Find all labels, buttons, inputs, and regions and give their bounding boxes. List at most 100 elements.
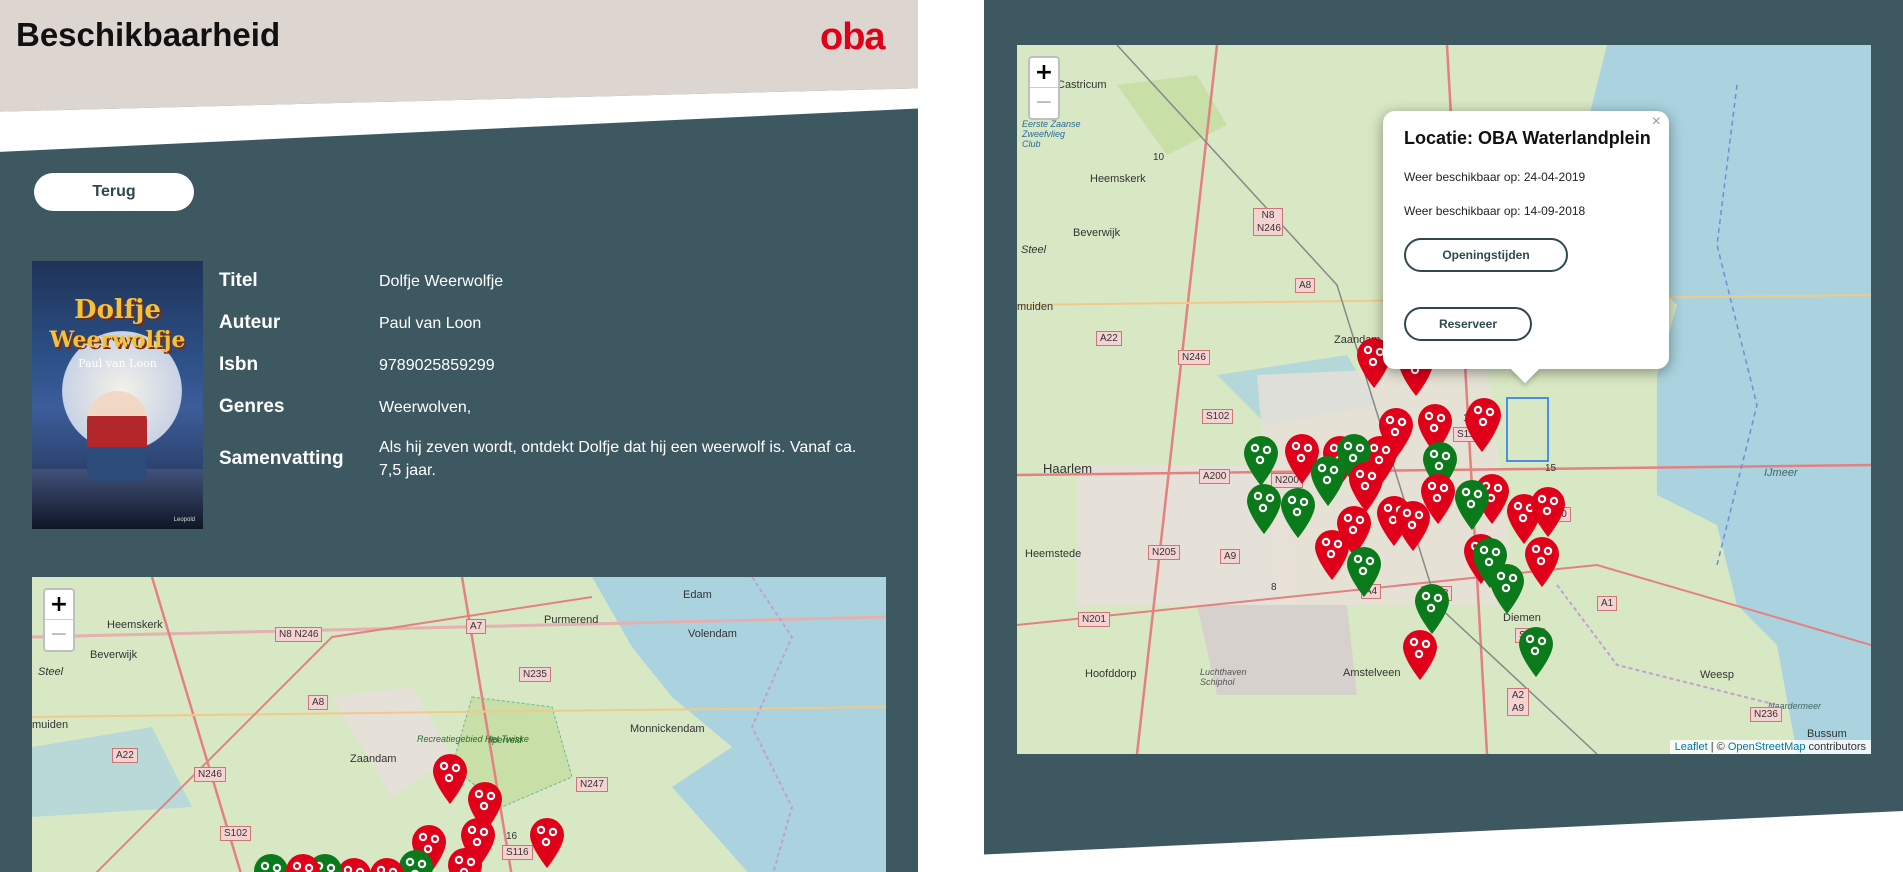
library-marker-icon[interactable] [1517, 626, 1555, 678]
road-shield: N246 [1178, 350, 1210, 365]
library-marker-icon[interactable] [446, 847, 484, 872]
road-number: 10 [1153, 152, 1165, 163]
library-marker-icon[interactable] [368, 857, 406, 872]
label-genres: Genres [219, 396, 285, 417]
library-marker-icon[interactable] [1488, 563, 1526, 615]
road-shield: A1 [1597, 596, 1618, 611]
attribution-suffix: contributors [1805, 741, 1866, 753]
zoom-in-button[interactable]: + [45, 590, 73, 620]
library-marker-icon[interactable] [1529, 486, 1567, 538]
opening-hours-button[interactable]: Openingstijden [1404, 238, 1568, 272]
place-label: IJmeer [1764, 467, 1798, 479]
place-label: Beverwijk [1073, 227, 1121, 239]
library-marker-icon[interactable] [1394, 500, 1432, 552]
cover-title-line2: Weerwolfje [49, 327, 186, 353]
attribution-separator: | © [1707, 741, 1728, 753]
place-label: Steel [1021, 244, 1047, 256]
place-label: Heemstede [1025, 548, 1082, 560]
library-marker-icon[interactable] [1245, 483, 1283, 535]
road-number: 8 [1271, 582, 1277, 593]
value-author: Paul van Loon [379, 315, 482, 332]
place-label: muiden [1017, 301, 1054, 313]
cover-publisher: Leopold [173, 517, 195, 523]
back-button[interactable]: Terug [34, 173, 194, 211]
place-label: Eerste Zaanse Zweefvlieg Club [1022, 119, 1081, 149]
library-marker-icon[interactable] [528, 817, 566, 869]
road-shield: N235 [519, 667, 551, 682]
value-genres: Weerwolven, [379, 399, 472, 416]
road-shield: N205 [1148, 545, 1180, 560]
zoom-out-button[interactable]: − [45, 620, 73, 650]
location-popup: × Locatie: OBA Waterlandplein Weer besch… [1383, 111, 1669, 369]
road-shield: A22 [1096, 331, 1122, 346]
road-shield: A8 [308, 695, 329, 710]
road-shield: N8 N246 [1253, 208, 1283, 236]
road-shield: N247 [576, 777, 608, 792]
place-label: Bussum [1807, 728, 1847, 740]
leaflet-link[interactable]: Leaflet [1675, 741, 1708, 753]
library-marker-icon[interactable] [1465, 397, 1503, 449]
book-cover: Dolfje Weerwolfje Paul van Loon Leopold [32, 261, 203, 529]
label-title: Titel [219, 270, 258, 291]
page-title: Beschikbaarheid [16, 16, 281, 53]
library-marker-icon[interactable] [1401, 629, 1439, 681]
close-icon[interactable]: × [1652, 113, 1661, 131]
road-shield: N201 [1078, 612, 1110, 627]
place-label: Zaandam [350, 753, 397, 765]
boy-illustration [87, 391, 147, 481]
road-shield: A8 [1295, 278, 1316, 293]
place-label: Luchthaven Schiphol [1200, 667, 1247, 687]
selected-marker-outline [1506, 397, 1549, 462]
reserve-button[interactable]: Reserveer [1404, 307, 1532, 341]
availability-date: Weer beschikbaar op: 24-04-2019 [1404, 170, 1586, 184]
road-shield: S102 [220, 826, 252, 841]
detail-panel: Beschikbaarheid oba Terug Dolfje Weerwol… [0, 0, 918, 872]
place-label: Steel [38, 666, 64, 678]
place-label: Castricum [1057, 79, 1107, 91]
library-marker-icon[interactable] [1279, 487, 1317, 539]
library-marker-icon[interactable] [1453, 479, 1491, 531]
value-summary: Als hij zeven wordt, ontdekt Dolfje dat … [379, 439, 857, 479]
place-label: Heemskerk [107, 619, 163, 631]
value-title: Dolfje Weerwolfje [379, 273, 504, 290]
place-label: Weesp [1700, 669, 1735, 681]
library-marker-icon[interactable] [1523, 536, 1561, 588]
place-label: Volendam [688, 628, 737, 640]
cover-title-line1: Dolfje [74, 295, 161, 325]
library-marker-icon[interactable] [431, 753, 469, 805]
map-attribution: Leaflet | © OpenStreetMap contributors [1669, 740, 1871, 754]
place-label: Amstelveen [1343, 667, 1401, 679]
place-label: Edam [683, 589, 712, 601]
road-shield: N246 [194, 767, 226, 782]
road-shield: A2 A9 [1507, 688, 1529, 716]
popup-title: Locatie: OBA Waterlandplein [1404, 128, 1651, 148]
label-isbn: Isbn [219, 354, 259, 375]
road-shield: N236 [1750, 707, 1782, 722]
label-author: Auteur [219, 312, 281, 333]
road-shield: A22 [112, 748, 138, 763]
place-label: Beverwijk [90, 649, 138, 661]
place-label: Purmerend [544, 614, 599, 626]
place-label: Haarlem [1043, 461, 1093, 476]
road-shield: N8 N246 [275, 627, 323, 642]
library-marker-icon[interactable] [1242, 435, 1280, 487]
availability-map-preview[interactable]: Heemskerk Beverwijk Purmerend Edam Volen… [32, 577, 886, 872]
library-marker-icon[interactable] [1413, 583, 1451, 635]
zoom-in-button[interactable]: + [1030, 58, 1058, 88]
place-label: Monnickendam [630, 723, 705, 735]
place-label: muiden [32, 719, 69, 731]
value-isbn: 9789025859299 [379, 357, 495, 374]
zoom-out-button[interactable]: − [1030, 88, 1058, 118]
library-marker-icon[interactable] [1345, 546, 1383, 598]
zoom-control: + − [1028, 56, 1060, 120]
place-label: Heemskerk [1090, 173, 1146, 185]
road-shield: S102 [1202, 409, 1234, 424]
oba-logo: oba [820, 16, 886, 58]
osm-link[interactable]: OpenStreetMap [1728, 741, 1806, 753]
road-shield: A9 [1220, 549, 1241, 564]
road-number: 16 [506, 831, 518, 842]
zoom-control: + − [43, 588, 75, 652]
library-marker-icon[interactable] [284, 853, 322, 872]
road-shield: A7 [466, 619, 487, 634]
cover-author: Paul van Loon [78, 357, 157, 370]
